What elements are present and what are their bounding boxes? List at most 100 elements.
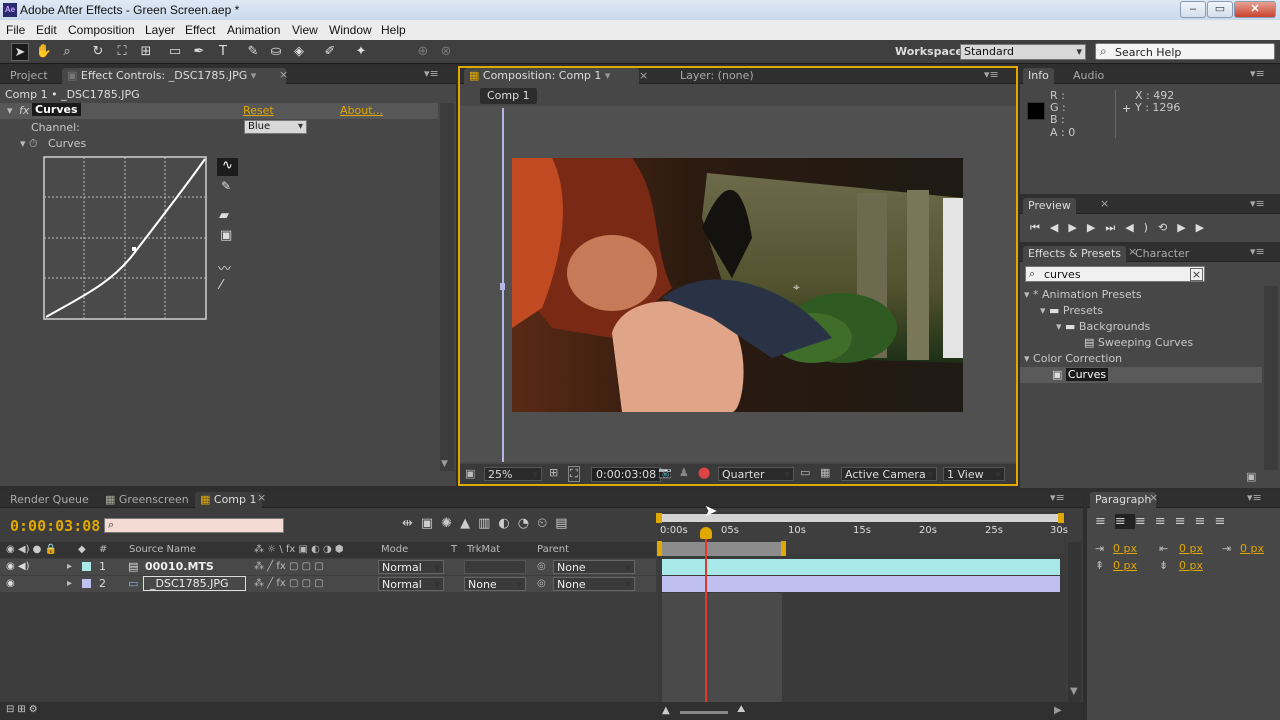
- layer-switches[interactable]: ⁂ ╱ fx ▢ ▢ ▢: [254, 578, 324, 589]
- layer-label-color[interactable]: [82, 562, 91, 571]
- info-panel-menu-icon[interactable]: ▾≡: [1250, 67, 1265, 80]
- camera-tool-icon[interactable]: ⛶: [113, 43, 131, 61]
- layer-2-duration-bar[interactable]: [662, 576, 1060, 592]
- save-icon[interactable]: ▣: [220, 228, 232, 243]
- menu-window[interactable]: Window: [329, 23, 372, 37]
- timeline-scrollbar[interactable]: [1068, 542, 1081, 702]
- menu-composition[interactable]: Composition: [68, 23, 135, 37]
- justify-center-icon[interactable]: ≡: [1175, 514, 1195, 529]
- view-layout-select[interactable]: 1 View: [943, 467, 1005, 482]
- layer-parent-select[interactable]: None: [553, 560, 635, 575]
- effects-scrollbar[interactable]: [1264, 286, 1278, 470]
- tab-preview[interactable]: Preview: [1023, 198, 1076, 214]
- close-timeline-tab-icon[interactable]: ×: [257, 491, 266, 504]
- search-help-field[interactable]: ⌕ Search Help: [1095, 43, 1275, 60]
- zoom-slider[interactable]: [680, 711, 728, 714]
- tree-item-curves[interactable]: ▣ Curves: [1052, 368, 1109, 381]
- camera-select[interactable]: Active Camera: [841, 467, 937, 482]
- maximize-button[interactable]: ▭: [1207, 1, 1233, 18]
- snapshot-icon[interactable]: 📷: [658, 466, 672, 479]
- pan-behind-tool-icon[interactable]: ⊞: [137, 43, 155, 61]
- scrollbar[interactable]: [440, 103, 454, 471]
- preview-controls[interactable]: ⏮◀▶▶⏭◀)⟲▶▶: [1030, 221, 1214, 235]
- effects-search-field[interactable]: ⌕ curves ×: [1025, 266, 1205, 282]
- layer-switches[interactable]: ⁂ ╱ fx ▢ ▢ ▢: [254, 561, 324, 572]
- pen-tool-icon[interactable]: ✒: [190, 43, 208, 61]
- local-axis-icon[interactable]: ⊕: [414, 43, 432, 61]
- channel-select[interactable]: Blue: [244, 120, 307, 134]
- first-frame-icon[interactable]: ⏮: [1030, 221, 1050, 234]
- work-area-start[interactable]: [657, 541, 662, 556]
- tab-effect-controls[interactable]: ▣ Effect Controls: _DSC1785.JPG ▾: [62, 68, 286, 84]
- motion-blur-icon[interactable]: ◐: [498, 516, 517, 531]
- expand-layer-icon[interactable]: ▸: [67, 561, 72, 572]
- tree-item-presets[interactable]: ▾ ▬ Presets: [1040, 304, 1103, 317]
- alignment-buttons[interactable]: ≡≡≡≡≡≡≡: [1095, 514, 1234, 529]
- scroll-right-icon[interactable]: ▶: [1054, 705, 1062, 716]
- expand-arrow-icon[interactable]: ▾: [7, 104, 13, 117]
- timeline-timecode[interactable]: 0:00:03:08: [10, 517, 100, 535]
- scroll-down-icon[interactable]: ▼: [441, 459, 448, 469]
- curves-expand-icon[interactable]: ▾ ⏱: [20, 137, 38, 151]
- align-center-icon[interactable]: ≡: [1114, 514, 1135, 529]
- type-tool-icon[interactable]: T: [214, 43, 232, 61]
- menu-view[interactable]: View: [292, 23, 318, 37]
- parent-pickwhip-icon[interactable]: ◎: [537, 561, 546, 572]
- current-time-display[interactable]: 0:00:03:08: [591, 467, 662, 482]
- next-frame-icon[interactable]: ▶: [1087, 221, 1105, 234]
- footer-icons[interactable]: ⊟⊞⚙: [6, 704, 41, 715]
- workspace-select[interactable]: Standard: [960, 44, 1086, 60]
- tab-paragraph[interactable]: Paragraph: [1090, 492, 1157, 508]
- clone-stamp-tool-icon[interactable]: ⛀: [267, 43, 285, 61]
- menu-file[interactable]: File: [6, 23, 25, 37]
- clear-search-icon[interactable]: ×: [1190, 268, 1203, 281]
- close-tab-icon[interactable]: ×: [279, 68, 288, 81]
- smooth-icon[interactable]: 〰: [218, 258, 231, 277]
- tab-layer[interactable]: Layer: (none): [675, 68, 759, 84]
- justify-right-icon[interactable]: ≡: [1195, 514, 1215, 529]
- transparency-grid-icon[interactable]: ▦: [820, 466, 830, 479]
- playhead-handle[interactable]: [700, 527, 713, 539]
- space-before-value[interactable]: 0 px: [1113, 559, 1137, 572]
- always-preview-icon[interactable]: ▣: [465, 467, 475, 480]
- tree-item-color-correction[interactable]: ▾ Color Correction: [1024, 352, 1122, 365]
- rectangle-tool-icon[interactable]: ▭: [166, 43, 184, 61]
- paragraph-panel-menu-icon[interactable]: ▾≡: [1247, 491, 1262, 504]
- menu-edit[interactable]: Edit: [36, 23, 57, 37]
- curves-graph[interactable]: [43, 156, 208, 321]
- navigator-end-handle[interactable]: [1058, 513, 1064, 523]
- close-preview-icon[interactable]: ×: [1100, 197, 1109, 210]
- show-snapshot-icon[interactable]: ♟: [679, 466, 689, 479]
- fx-icon[interactable]: fx: [19, 104, 29, 117]
- tab-project[interactable]: Project: [5, 68, 53, 84]
- loop-icon[interactable]: ⟲: [1158, 221, 1177, 234]
- layer-mode-select[interactable]: Normal: [378, 560, 444, 575]
- trkmat-select[interactable]: None: [464, 577, 526, 592]
- close-paragraph-icon[interactable]: ×: [1149, 491, 1158, 504]
- last-frame-icon[interactable]: ⏭: [1105, 221, 1125, 234]
- menu-help[interactable]: Help: [381, 23, 406, 37]
- brainstorm-icon[interactable]: ◔: [518, 516, 537, 531]
- visibility-icon[interactable]: ◉ ◀): [6, 561, 30, 572]
- layer-parent-select[interactable]: None: [553, 577, 635, 592]
- minimize-button[interactable]: –: [1180, 1, 1206, 18]
- new-folder-icon[interactable]: ▣: [1246, 470, 1256, 483]
- effect-name[interactable]: Curves: [32, 103, 81, 116]
- playhead-line[interactable]: [705, 532, 708, 702]
- play-icon[interactable]: ▶: [1068, 221, 1086, 234]
- comp-mini-flowchart-icon[interactable]: ⇹: [402, 516, 421, 531]
- justify-left-icon[interactable]: ≡: [1155, 514, 1175, 529]
- layer-label-color[interactable]: [82, 579, 91, 588]
- about-link[interactable]: About...: [340, 104, 383, 117]
- close-window-button[interactable]: ✕: [1234, 1, 1276, 18]
- tree-item-animation-presets[interactable]: ▾ * Animation Presets: [1024, 288, 1142, 301]
- effects-panel-menu-icon[interactable]: ▾≡: [1250, 245, 1265, 258]
- timeline-search-field[interactable]: ⌕: [104, 518, 284, 533]
- tab-audio[interactable]: Audio: [1068, 68, 1109, 84]
- zoom-out-icon[interactable]: ▲: [662, 705, 670, 716]
- expand-layer-icon[interactable]: ▸: [67, 578, 72, 589]
- zoom-tool-icon[interactable]: ⌕: [58, 43, 76, 61]
- channel-icon[interactable]: ⬤: [698, 466, 710, 479]
- indent-right-value[interactable]: 0 px: [1179, 542, 1203, 555]
- comp-panel-menu-icon[interactable]: ▾≡: [984, 68, 999, 81]
